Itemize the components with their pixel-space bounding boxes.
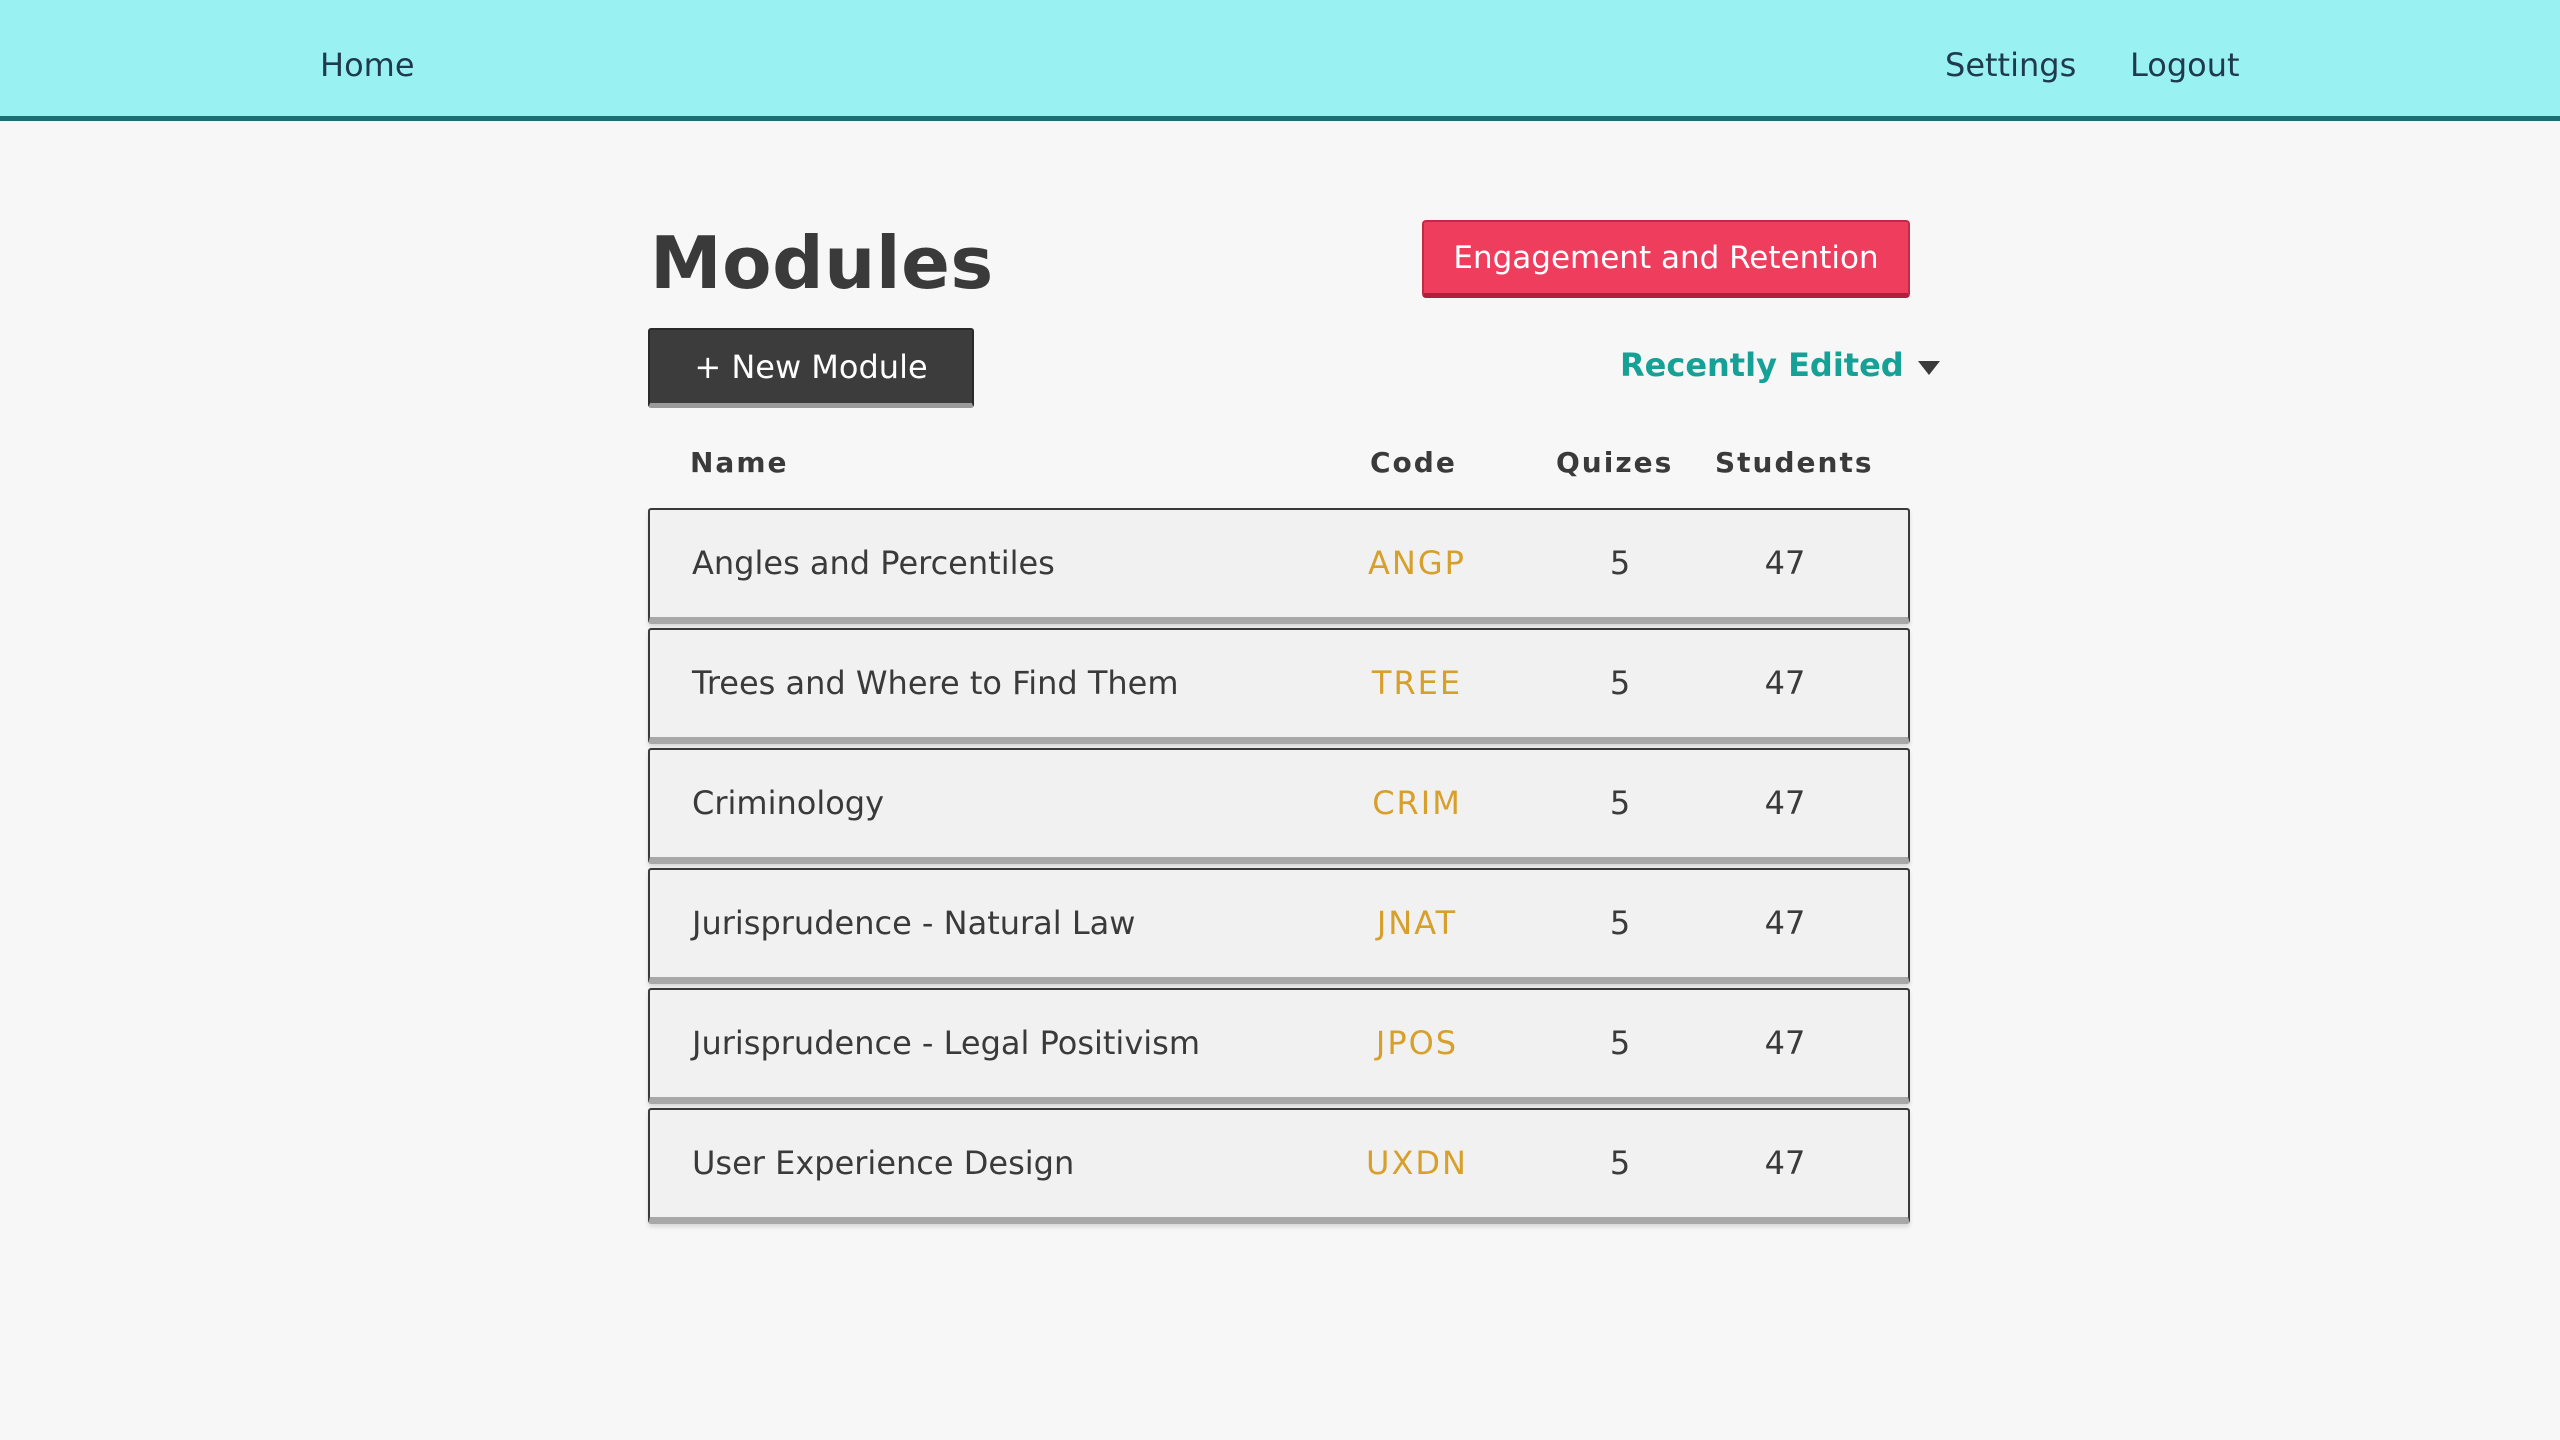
module-student-count: 47 bbox=[1764, 1144, 1806, 1182]
column-header-code: Code bbox=[1370, 446, 1457, 479]
new-module-button[interactable]: + New Module bbox=[648, 328, 974, 408]
sort-dropdown[interactable]: Recently Edited bbox=[1620, 340, 1940, 390]
module-student-count: 47 bbox=[1764, 664, 1806, 702]
module-table-header: Name Code Quizes Students bbox=[648, 440, 1910, 486]
column-header-students: Students bbox=[1715, 446, 1874, 479]
caret-down-icon bbox=[1917, 361, 1940, 375]
module-code: JNAT bbox=[1376, 904, 1458, 942]
module-row[interactable]: Criminology CRIM 5 47 bbox=[648, 748, 1910, 864]
module-list: Angles and Percentiles ANGP 5 47 Trees a… bbox=[648, 508, 1910, 1228]
module-row[interactable]: User Experience Design UXDN 5 47 bbox=[648, 1108, 1910, 1224]
module-code: UXDN bbox=[1366, 1144, 1468, 1182]
module-code: TREE bbox=[1371, 664, 1463, 702]
module-code: JPOS bbox=[1375, 1024, 1459, 1062]
module-row[interactable]: Jurisprudence - Natural Law JNAT 5 47 bbox=[648, 868, 1910, 984]
nav-logout-link[interactable]: Logout bbox=[2130, 42, 2240, 88]
module-name: Trees and Where to Find Them bbox=[692, 664, 1179, 702]
engagement-retention-button[interactable]: Engagement and Retention bbox=[1422, 220, 1910, 298]
sort-dropdown-label: Recently Edited bbox=[1620, 346, 1904, 384]
module-name: User Experience Design bbox=[692, 1144, 1075, 1182]
module-quiz-count: 5 bbox=[1609, 904, 1631, 942]
module-quiz-count: 5 bbox=[1609, 784, 1631, 822]
module-code: ANGP bbox=[1368, 544, 1466, 582]
column-header-name: Name bbox=[690, 446, 789, 479]
column-header-quizes: Quizes bbox=[1556, 446, 1674, 479]
module-quiz-count: 5 bbox=[1609, 1024, 1631, 1062]
module-name: Angles and Percentiles bbox=[692, 544, 1055, 582]
module-student-count: 47 bbox=[1764, 784, 1806, 822]
nav-home-link[interactable]: Home bbox=[320, 42, 415, 88]
module-student-count: 47 bbox=[1764, 544, 1806, 582]
module-quiz-count: 5 bbox=[1609, 664, 1631, 702]
nav-settings-link[interactable]: Settings bbox=[1945, 42, 2076, 88]
module-name: Jurisprudence - Natural Law bbox=[692, 904, 1136, 942]
module-row[interactable]: Angles and Percentiles ANGP 5 47 bbox=[648, 508, 1910, 624]
module-quiz-count: 5 bbox=[1609, 1144, 1631, 1182]
module-quiz-count: 5 bbox=[1609, 544, 1631, 582]
module-student-count: 47 bbox=[1764, 1024, 1806, 1062]
module-name: Criminology bbox=[692, 784, 885, 822]
module-student-count: 47 bbox=[1764, 904, 1806, 942]
top-navbar: Home Settings Logout bbox=[0, 0, 2560, 121]
module-row[interactable]: Trees and Where to Find Them TREE 5 47 bbox=[648, 628, 1910, 744]
module-name: Jurisprudence - Legal Positivism bbox=[692, 1024, 1200, 1062]
module-row[interactable]: Jurisprudence - Legal Positivism JPOS 5 … bbox=[648, 988, 1910, 1104]
page-title: Modules bbox=[650, 221, 994, 305]
module-code: CRIM bbox=[1372, 784, 1462, 822]
